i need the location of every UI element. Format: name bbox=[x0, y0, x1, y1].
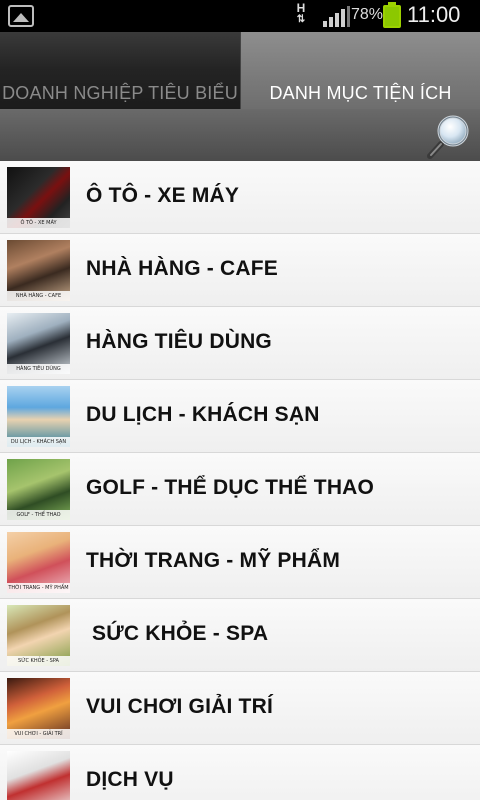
thumbnail-caption: Ô TÔ - XE MÁY bbox=[7, 218, 70, 228]
category-thumbnail: Ô TÔ - XE MÁY bbox=[7, 167, 70, 228]
category-thumbnail: HÀNG TIÊU DÙNG bbox=[7, 313, 70, 374]
category-label: NHÀ HÀNG - CAFE bbox=[86, 257, 278, 280]
category-item-auto[interactable]: Ô TÔ - XE MÁY Ô TÔ - XE MÁY bbox=[0, 161, 480, 234]
category-thumbnail bbox=[7, 751, 70, 800]
gallery-icon bbox=[8, 5, 34, 27]
tab-label: DOANH NGHIỆP TIÊU BIỂU bbox=[2, 83, 238, 103]
category-label: DỊCH VỤ bbox=[86, 768, 174, 791]
network-type: H bbox=[296, 1, 306, 15]
search-bar bbox=[0, 109, 480, 161]
thumbnail-caption: VUI CHƠI - GIẢI TRÍ bbox=[7, 729, 70, 739]
category-item-fashion-cosmetics[interactable]: THỜI TRANG - MỸ PHẨM THỜI TRANG - MỸ PHẨ… bbox=[0, 526, 480, 599]
tab-label: DANH MỤC TIỆN ÍCH bbox=[269, 83, 452, 103]
category-item-services[interactable]: DỊCH VỤ bbox=[0, 745, 480, 800]
battery-icon bbox=[383, 2, 401, 28]
category-list: Ô TÔ - XE MÁY Ô TÔ - XE MÁY NHÀ HÀNG - C… bbox=[0, 161, 480, 800]
battery-percent: 78% bbox=[351, 6, 384, 23]
thumbnail-caption: SỨC KHỎE - SPA bbox=[7, 656, 70, 666]
thumbnail-caption: THỜI TRANG - MỸ PHẨM bbox=[7, 583, 70, 593]
tab-highlight bbox=[0, 32, 240, 70]
category-thumbnail: NHÀ HÀNG - CAFE bbox=[7, 240, 70, 301]
data-transfer-icon: ⇅ bbox=[296, 14, 306, 25]
category-label: HÀNG TIÊU DÙNG bbox=[86, 330, 272, 353]
category-thumbnail: GOLF - THỂ THAO bbox=[7, 459, 70, 520]
category-label: VUI CHƠI GIẢI TRÍ bbox=[86, 695, 273, 718]
category-label: Ô TÔ - XE MÁY bbox=[86, 184, 240, 207]
category-item-health-spa[interactable]: SỨC KHỎE - SPA SỨC KHỎE - SPA bbox=[0, 599, 480, 672]
category-thumbnail: VUI CHƠI - GIẢI TRÍ bbox=[7, 678, 70, 739]
clock: 11:00 bbox=[407, 2, 461, 27]
category-label: GOLF - THỂ DỤC THỂ THAO bbox=[86, 476, 375, 499]
thumbnail-caption: DU LỊCH - KHÁCH SẠN bbox=[7, 437, 70, 447]
category-thumbnail: THỜI TRANG - MỸ PHẨM bbox=[7, 532, 70, 593]
category-item-golf-sports[interactable]: GOLF - THỂ THAO GOLF - THỂ DỤC THỂ THAO bbox=[0, 453, 480, 526]
category-label: THỜI TRANG - MỸ PHẨM bbox=[86, 549, 341, 572]
thumbnail-caption: GOLF - THỂ THAO bbox=[7, 510, 70, 520]
category-item-entertainment[interactable]: VUI CHƠI - GIẢI TRÍ VUI CHƠI GIẢI TRÍ bbox=[0, 672, 480, 745]
signal-icon bbox=[323, 6, 350, 27]
category-label: DU LỊCH - KHÁCH SẠN bbox=[86, 403, 320, 426]
status-bar: H ⇅ 78% 11:00 bbox=[0, 0, 480, 32]
tab-bar: DOANH NGHIỆP TIÊU BIỂU DANH MỤC TIỆN ÍCH bbox=[0, 32, 480, 109]
category-item-travel-hotel[interactable]: DU LỊCH - KHÁCH SẠN DU LỊCH - KHÁCH SẠN bbox=[0, 380, 480, 453]
network-indicator: H ⇅ bbox=[294, 2, 308, 25]
tab-featured-businesses[interactable]: DOANH NGHIỆP TIÊU BIỂU bbox=[0, 32, 241, 109]
category-label: SỨC KHỎE - SPA bbox=[86, 622, 269, 645]
thumbnail-caption: HÀNG TIÊU DÙNG bbox=[7, 364, 70, 374]
tab-utility-categories[interactable]: DANH MỤC TIỆN ÍCH bbox=[241, 32, 480, 109]
search-icon[interactable] bbox=[426, 113, 472, 159]
category-thumbnail: DU LỊCH - KHÁCH SẠN bbox=[7, 386, 70, 447]
category-item-restaurant[interactable]: NHÀ HÀNG - CAFE NHÀ HÀNG - CAFE bbox=[0, 234, 480, 307]
app-screen: H ⇅ 78% 11:00 DOANH NGHIỆP TIÊU BIỂU DAN… bbox=[0, 0, 480, 800]
category-item-consumer-goods[interactable]: HÀNG TIÊU DÙNG HÀNG TIÊU DÙNG bbox=[0, 307, 480, 380]
category-thumbnail: SỨC KHỎE - SPA bbox=[7, 605, 70, 666]
thumbnail-caption: NHÀ HÀNG - CAFE bbox=[7, 291, 70, 301]
